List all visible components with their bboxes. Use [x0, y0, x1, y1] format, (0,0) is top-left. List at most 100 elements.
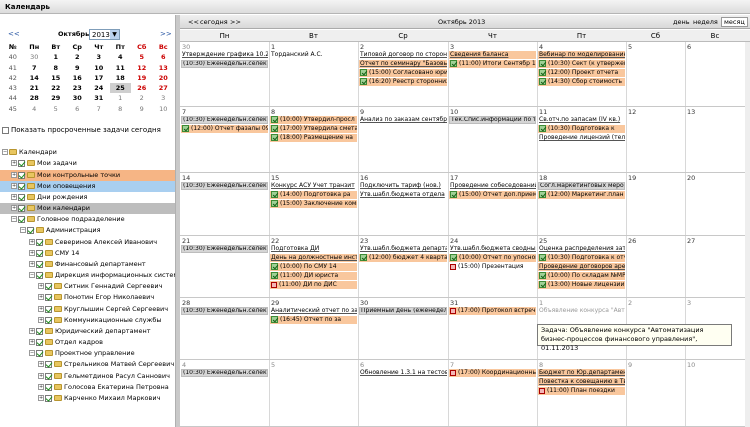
day-number[interactable]: 1: [539, 299, 543, 307]
mini-day[interactable]: 18: [110, 73, 132, 83]
day-number[interactable]: 15: [271, 174, 279, 182]
tree-node[interactable]: + Юридический департамент: [0, 326, 175, 337]
tree-checkbox[interactable]: [18, 171, 25, 179]
tree-checkbox[interactable]: [45, 316, 52, 324]
mini-day[interactable]: 8: [45, 63, 67, 73]
day-number[interactable]: 10: [687, 361, 695, 369]
day-number[interactable]: 3: [450, 43, 454, 51]
mini-day[interactable]: 4: [110, 52, 132, 62]
day-number[interactable]: 6: [687, 43, 691, 51]
mini-day[interactable]: 3: [153, 93, 175, 103]
day-number[interactable]: 21: [182, 237, 190, 245]
view-week-button[interactable]: неделя: [693, 18, 718, 26]
tree-node[interactable]: + Карченко Михаил Маркович: [0, 393, 175, 404]
calendar-event[interactable]: Повестка к совещанию в Твери: [538, 378, 625, 386]
calendar-event[interactable]: Проведение собеседований: [449, 182, 536, 190]
mini-day[interactable]: 25: [109, 83, 131, 94]
calendar-event[interactable]: (16:45) Отчет по за: [270, 316, 357, 324]
calendar-event[interactable]: Согл.маркетинговых мероп: [538, 182, 625, 190]
day-number[interactable]: 28: [182, 299, 190, 307]
day-number[interactable]: 3: [687, 299, 691, 307]
tree-node[interactable]: + Гельметдинов Расул Саннович: [0, 371, 175, 382]
day-number[interactable]: 24: [450, 237, 458, 245]
day-number[interactable]: 30: [182, 43, 190, 51]
day-number[interactable]: 2: [628, 299, 632, 307]
mini-day[interactable]: 21: [24, 83, 46, 93]
day-number[interactable]: 9: [360, 108, 364, 116]
calendar-event[interactable]: (12:00) бюджет 4 квартал: [359, 254, 447, 262]
calendar-event[interactable]: Проведение договоров арен: [538, 263, 625, 271]
calendar-event[interactable]: (16:20) Реестр сторонних: [359, 78, 447, 86]
tree-checkbox[interactable]: [36, 249, 43, 257]
today-button[interactable]: сегодня: [200, 18, 228, 26]
calendar-event[interactable]: Подготовка ДИ: [270, 245, 357, 253]
calendar-event[interactable]: (10:30) Подготовка к: [538, 125, 625, 133]
mini-day[interactable]: 13: [153, 63, 175, 73]
calendar-event[interactable]: (10:30) Еженедельн.селектор: [181, 182, 268, 190]
tree-checkbox[interactable]: [36, 349, 43, 357]
calendar-event[interactable]: (18:00) Размещение на: [270, 134, 357, 142]
tree-node[interactable]: + Голосова Екатерина Петровна: [0, 382, 175, 393]
expand-icon[interactable]: −: [29, 350, 35, 356]
tree-checkbox[interactable]: [45, 383, 52, 391]
day-number[interactable]: 22: [271, 237, 279, 245]
calendar-event[interactable]: (10:00) По СМУ 14: [270, 263, 357, 271]
tree-node[interactable]: + Коммуникационные службы: [0, 315, 175, 326]
mini-day[interactable]: 12: [131, 63, 153, 73]
tree-checkbox[interactable]: [18, 193, 25, 201]
day-number[interactable]: 4: [182, 361, 186, 369]
calendar-event[interactable]: (11:00) Итоги Сентябр 13: [449, 60, 536, 68]
day-number[interactable]: 29: [271, 299, 279, 307]
calendar-event[interactable]: (11:00) План поездки: [538, 387, 625, 395]
chevron-down-icon[interactable]: ▼: [110, 30, 119, 39]
calendar-event[interactable]: (10:30) Сект (к утвержен): [538, 60, 625, 68]
expand-icon[interactable]: −: [11, 216, 17, 222]
calendar-event[interactable]: (12:00) Маркетинг.план 12.15: [538, 191, 625, 199]
day-number[interactable]: 16: [360, 174, 368, 182]
day-number[interactable]: 20: [687, 174, 695, 182]
mini-day[interactable]: 2: [67, 52, 89, 62]
mini-day[interactable]: 10: [88, 63, 110, 73]
mini-day[interactable]: 6: [67, 104, 89, 114]
day-number[interactable]: 30: [360, 299, 368, 307]
mini-day[interactable]: 1: [110, 93, 132, 103]
mini-day[interactable]: 15: [45, 73, 67, 83]
tree-checkbox[interactable]: [36, 260, 43, 268]
calendar-event[interactable]: Вебинар по моделированию: [538, 51, 625, 59]
calendar-event[interactable]: Приемный день (еженедельн: [359, 307, 447, 315]
calendar-event[interactable]: (15:00) Согласовано юрист: [359, 69, 447, 77]
day-number[interactable]: 14: [182, 174, 190, 182]
expand-icon[interactable]: +: [11, 183, 17, 189]
calendar-event[interactable]: Утв.шабл.бюджета департам: [359, 245, 447, 253]
calendar-event[interactable]: (17:00) Протокол встреч: [449, 307, 536, 315]
expand-icon[interactable]: +: [38, 283, 44, 289]
mini-day[interactable]: 16: [67, 73, 89, 83]
tree-node[interactable]: + Мои календари: [0, 203, 175, 214]
day-number[interactable]: 5: [628, 43, 632, 51]
tree-node[interactable]: + Круглышин Сергей Сергеевич: [0, 304, 175, 315]
mini-day[interactable]: 22: [45, 83, 67, 93]
tree-node[interactable]: − Проектное управление: [0, 348, 175, 359]
expand-icon[interactable]: +: [38, 384, 44, 390]
mini-day[interactable]: 3: [88, 52, 110, 62]
tree-checkbox[interactable]: [18, 182, 25, 190]
calendar-event[interactable]: Оценка распределения затр: [538, 245, 625, 253]
calendar-event[interactable]: Утв.шабл.бюджета сводный: [449, 245, 536, 253]
mini-day[interactable]: 10: [153, 104, 175, 114]
tree-checkbox[interactable]: [45, 282, 52, 290]
calendar-event[interactable]: Сведения баланса: [449, 51, 536, 59]
calendar-event[interactable]: (10:00) Утвердил-просл: [270, 116, 357, 124]
expand-icon[interactable]: +: [38, 317, 44, 323]
expand-icon[interactable]: +: [38, 294, 44, 300]
day-number[interactable]: 31: [450, 299, 458, 307]
calendar-event[interactable]: Бюджет по Юр.департамен: [538, 369, 625, 377]
mini-prev-button[interactable]: <<: [8, 30, 20, 38]
mini-next-button[interactable]: >>: [160, 30, 172, 38]
day-number[interactable]: 6: [360, 361, 364, 369]
mini-day[interactable]: 8: [110, 104, 132, 114]
day-number[interactable]: 9: [628, 361, 632, 369]
calendar-event[interactable]: (14:30) Сбор стоимость: [538, 78, 625, 86]
expand-icon[interactable]: +: [11, 160, 17, 166]
expand-icon[interactable]: +: [29, 339, 35, 345]
mini-day[interactable]: 7: [24, 63, 46, 73]
